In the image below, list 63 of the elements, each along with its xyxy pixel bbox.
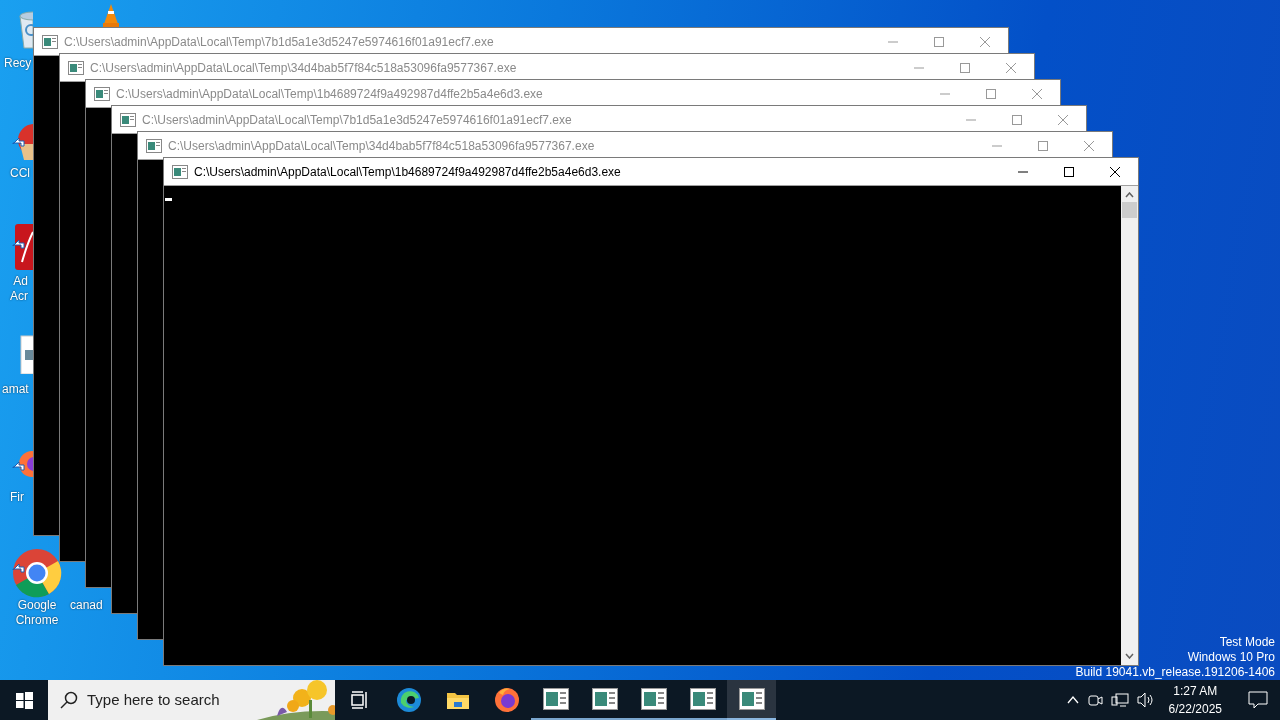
- text-cursor: [165, 198, 172, 201]
- scroll-down-icon[interactable]: [1125, 653, 1134, 659]
- close-icon: [1110, 166, 1120, 177]
- close-icon: [1058, 114, 1068, 125]
- chrome-icon[interactable]: [12, 548, 62, 598]
- console-app-icon: [42, 34, 58, 49]
- windows-logo-icon: [15, 691, 33, 709]
- window-title: C:\Users\admin\AppData\Local\Temp\1b4689724f9a492987d4ffe2b5a4e6d3.exe: [116, 85, 543, 103]
- watermark-text: Windows 10 Pro: [1187, 650, 1275, 665]
- maximize-icon: [986, 88, 996, 99]
- icon-label: Recy: [4, 56, 32, 71]
- close-icon: [1084, 140, 1094, 151]
- volume-icon[interactable]: [1136, 692, 1155, 708]
- window-title: C:\Users\admin\AppData\Local\Temp\34d4bab5f7f84c518a53096fa9577367.exe: [168, 137, 595, 155]
- maximize-icon: [1038, 140, 1048, 151]
- acrobat-icon[interactable]: [12, 224, 33, 270]
- traffic-cone-icon[interactable]: [103, 4, 119, 27]
- close-icon: [1032, 88, 1042, 99]
- icon-label: canad: [70, 598, 103, 613]
- console-app-icon: [738, 688, 765, 710]
- console-app-icon: [542, 688, 569, 710]
- window-title: C:\Users\admin\AppData\Local\Temp\7b1d5a1e3d5247e5974616f01a91ecf7.exe: [64, 33, 494, 51]
- scroll-up-icon[interactable]: [1125, 192, 1134, 198]
- watermark-text: Build 19041.vb_release.191206-1406: [1075, 665, 1275, 680]
- maximize-icon: [934, 36, 944, 47]
- chevron-up-icon[interactable]: [1066, 696, 1079, 704]
- console-app-icon: [120, 112, 136, 127]
- watermark-text: Test Mode: [1219, 635, 1275, 650]
- clock-date[interactable]: 6/22/2025: [1168, 700, 1222, 718]
- maximize-icon: [1012, 114, 1022, 125]
- edge-icon: [395, 687, 422, 713]
- close-icon: [980, 36, 990, 47]
- folder-icon: [445, 690, 470, 710]
- console-app-icon: [68, 60, 84, 75]
- window-title: C:\Users\admin\AppData\Local\Temp\34d4bab5f7f84c518a53096fa9577367.exe: [90, 59, 517, 77]
- console-app-icon: [640, 688, 667, 710]
- window-title: C:\Users\admin\AppData\Local\Temp\7b1d5a1e3d5247e5974616f01a91ecf7.exe: [142, 111, 572, 129]
- icon-label: CCl: [10, 166, 30, 181]
- search-field[interactable]: Type here to search: [87, 688, 257, 712]
- icon-label: Ad Acr: [10, 274, 28, 304]
- task-view-icon: [349, 691, 370, 709]
- console-app-icon: [591, 688, 618, 710]
- scrollbar[interactable]: [1121, 186, 1138, 665]
- console-app-icon: [146, 138, 162, 153]
- maximize-icon: [1064, 166, 1074, 177]
- firefox-icon: [493, 687, 520, 713]
- search-box[interactable]: Type here to search: [48, 680, 335, 720]
- console-app-icon: [172, 164, 188, 179]
- search-icon: [60, 691, 78, 709]
- icon-label: Fir: [10, 490, 24, 505]
- clock-time[interactable]: 1:27 AM: [1168, 682, 1222, 700]
- close-icon: [1006, 62, 1016, 73]
- window-title: C:\Users\admin\AppData\Local\Temp\1b4689724f9a492987d4ffe2b5a4e6d3.exe: [194, 163, 621, 181]
- network-icon[interactable]: [1110, 692, 1129, 708]
- maximize-icon: [960, 62, 970, 73]
- icon-label: amat: [2, 382, 29, 397]
- taskbar-button[interactable]: [727, 680, 776, 720]
- camera-icon[interactable]: [1086, 692, 1103, 708]
- notification-icon: [1248, 691, 1268, 709]
- image-file-icon[interactable]: [20, 334, 33, 374]
- console-app-icon: [689, 688, 716, 710]
- console-app-icon: [94, 86, 110, 101]
- scroll-thumb[interactable]: [1122, 202, 1137, 218]
